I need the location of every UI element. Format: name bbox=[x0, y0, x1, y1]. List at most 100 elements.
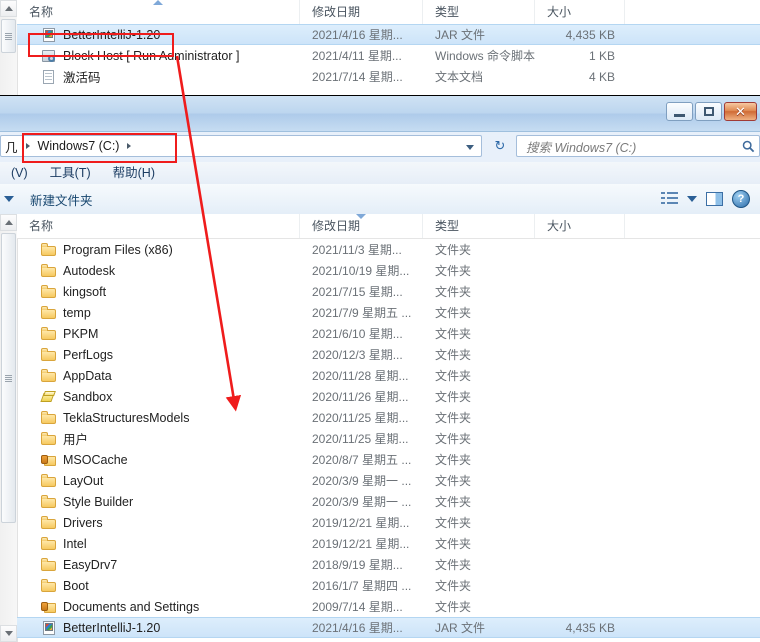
table-row[interactable]: Intel2019/12/21 星期...文件夹 bbox=[17, 533, 760, 554]
column-header-size[interactable]: 大小 bbox=[535, 214, 625, 238]
table-row[interactable]: Autodesk2021/10/19 星期...文件夹 bbox=[17, 260, 760, 281]
table-row[interactable]: EasyDrv72018/9/19 星期...文件夹 bbox=[17, 554, 760, 575]
top-file-list[interactable]: BetterIntelliJ-1.202021/4/16 星期...JAR 文件… bbox=[17, 24, 760, 87]
column-header-date-label: 修改日期 bbox=[312, 5, 360, 19]
file-type-cell: 文本文档 bbox=[423, 68, 535, 85]
folder-icon bbox=[41, 305, 57, 321]
file-date-cell: 2020/3/9 星期一 ... bbox=[300, 472, 423, 489]
menu-item-view[interactable]: (V) bbox=[0, 162, 39, 184]
breadcrumb-item-1[interactable]: Windows7 (C:) bbox=[34, 139, 124, 153]
column-header-type[interactable]: 类型 bbox=[423, 0, 535, 24]
search-input[interactable]: 搜索 Windows7 (C:) bbox=[516, 135, 760, 157]
folder-icon bbox=[41, 494, 57, 510]
file-date-cell: 2021/4/11 星期... bbox=[300, 47, 423, 64]
jar-file-icon bbox=[41, 27, 57, 43]
table-row[interactable]: Documents and Settings2009/7/14 星期...文件夹 bbox=[17, 596, 760, 617]
scroll-up-button[interactable] bbox=[0, 214, 17, 231]
column-header-name[interactable]: 名称 bbox=[17, 214, 300, 238]
table-row[interactable]: PKPM2021/6/10 星期...文件夹 bbox=[17, 323, 760, 344]
table-row[interactable]: PerfLogs 2020/12/3 星期...文件夹 bbox=[17, 344, 760, 365]
new-folder-button[interactable]: 新建文件夹 bbox=[20, 190, 103, 209]
file-type-cell: 文件夹 bbox=[423, 472, 535, 489]
scroll-thumb[interactable] bbox=[1, 233, 16, 523]
jar-file-icon bbox=[41, 620, 57, 636]
file-name-cell: 用户 bbox=[17, 429, 300, 448]
table-row[interactable]: kingsoft2021/7/15 星期...文件夹 bbox=[17, 281, 760, 302]
file-date-cell: 2020/12/3 星期... bbox=[300, 346, 423, 363]
menu-item-tools[interactable]: 工具(T) bbox=[39, 162, 102, 184]
file-date-cell: 2021/7/14 星期... bbox=[300, 68, 423, 85]
breadcrumb[interactable]: 几 Windows7 (C:) bbox=[0, 135, 482, 157]
table-row[interactable]: Sandbox2020/11/26 星期...文件夹 bbox=[17, 386, 760, 407]
explorer-window: ✕ 几 Windows7 (C:) ↻ 搜索 Windows7 (C:) bbox=[0, 96, 760, 642]
file-name-label: PerfLogs bbox=[63, 348, 113, 362]
table-row[interactable]: TeklaStructuresModels2020/11/25 星期...文件夹 bbox=[17, 407, 760, 428]
file-name-cell: Style Builder bbox=[17, 494, 300, 510]
table-row[interactable]: Block Host [ Run Administrator ] 2021/4/1… bbox=[17, 45, 760, 66]
file-type-cell: 文件夹 bbox=[423, 367, 535, 384]
table-row[interactable]: BetterIntelliJ-1.202021/4/16 星期...JAR 文件… bbox=[17, 617, 760, 638]
scroll-thumb[interactable] bbox=[1, 19, 16, 53]
file-name-cell: Program Files (x86) bbox=[17, 242, 300, 258]
file-name-label: BetterIntelliJ-1.20 bbox=[63, 621, 160, 635]
file-name-label: 激活码 bbox=[63, 67, 101, 86]
table-row[interactable]: Drivers2019/12/21 星期...文件夹 bbox=[17, 512, 760, 533]
title-bar[interactable]: ✕ bbox=[0, 96, 760, 132]
column-header-size[interactable]: 大小 bbox=[535, 0, 625, 24]
file-name-cell: BetterIntelliJ-1.20 bbox=[17, 620, 300, 636]
screenshot-root: 名称 修改日期 类型 大小 BetterIntelliJ-1.202021/4/… bbox=[0, 0, 760, 642]
file-name-cell: Block Host [ Run Administrator ] bbox=[17, 48, 300, 64]
column-header-type-label: 类型 bbox=[435, 219, 459, 233]
refresh-button[interactable]: ↻ bbox=[487, 135, 513, 157]
view-list-icon[interactable] bbox=[661, 192, 678, 206]
table-row[interactable]: Style Builder2020/3/9 星期一 ...文件夹 bbox=[17, 491, 760, 512]
file-date-cell: 2016/1/7 星期四 ... bbox=[300, 577, 423, 594]
table-row[interactable]: BetterIntelliJ-1.202021/4/16 星期...JAR 文件… bbox=[17, 24, 760, 45]
help-icon[interactable]: ? bbox=[732, 190, 750, 208]
file-name-cell: Autodesk bbox=[17, 263, 300, 279]
table-row[interactable]: LayOut2020/3/9 星期一 ...文件夹 bbox=[17, 470, 760, 491]
file-list-column-header: 名称 修改日期 类型 大小 bbox=[17, 214, 760, 239]
column-header-date[interactable]: 修改日期 bbox=[300, 0, 423, 24]
table-row[interactable]: MSOCache2020/8/7 星期五 ...文件夹 bbox=[17, 449, 760, 470]
file-date-cell: 2021/4/16 星期... bbox=[300, 619, 423, 636]
breadcrumb-item-0[interactable]: 几 bbox=[1, 137, 22, 156]
chevron-down-icon[interactable] bbox=[687, 196, 697, 202]
file-name-label: Block Host [ Run Administrator ] bbox=[63, 49, 239, 63]
file-type-cell: 文件夹 bbox=[423, 346, 535, 363]
column-header-date[interactable]: 修改日期 bbox=[300, 214, 423, 238]
file-name-cell: Documents and Settings bbox=[17, 599, 300, 615]
top-pane-scrollbar[interactable] bbox=[0, 0, 18, 95]
folder-icon bbox=[41, 368, 57, 384]
file-name-label: Boot bbox=[63, 579, 89, 593]
close-button[interactable]: ✕ bbox=[724, 102, 757, 121]
scroll-down-button[interactable] bbox=[0, 625, 17, 642]
menu-item-help[interactable]: 帮助(H) bbox=[102, 162, 166, 184]
organize-chevron-icon[interactable] bbox=[4, 196, 14, 202]
folder-icon bbox=[41, 326, 57, 342]
file-type-cell: 文件夹 bbox=[423, 598, 535, 615]
table-row[interactable]: 用户2020/11/25 星期...文件夹 bbox=[17, 428, 760, 449]
table-row[interactable]: temp2021/7/9 星期五 ...文件夹 bbox=[17, 302, 760, 323]
file-date-cell: 2018/9/19 星期... bbox=[300, 556, 423, 573]
file-size-cell: 4,435 KB bbox=[535, 621, 625, 635]
column-header-name-label: 名称 bbox=[29, 219, 53, 233]
table-row[interactable]: 激活码2021/7/14 星期...文本文档4 KB bbox=[17, 66, 760, 87]
column-header-name[interactable]: 名称 bbox=[17, 0, 300, 24]
table-row[interactable]: AppData2020/11/28 星期...文件夹 bbox=[17, 365, 760, 386]
scroll-up-button[interactable] bbox=[0, 0, 17, 17]
file-name-label: Autodesk bbox=[63, 264, 115, 278]
file-list-scrollbar[interactable] bbox=[0, 214, 18, 642]
column-header-type[interactable]: 类型 bbox=[423, 214, 535, 238]
table-row[interactable]: Boot2016/1/7 星期四 ...文件夹 bbox=[17, 575, 760, 596]
file-type-cell: 文件夹 bbox=[423, 304, 535, 321]
preview-pane-icon[interactable] bbox=[706, 192, 723, 206]
address-row: 几 Windows7 (C:) ↻ 搜索 Windows7 (C:) bbox=[0, 131, 760, 162]
minimize-button[interactable] bbox=[666, 102, 693, 121]
file-type-cell: 文件夹 bbox=[423, 430, 535, 447]
maximize-button[interactable] bbox=[695, 102, 722, 121]
table-row[interactable]: Program Files (x86)2021/11/3 星期...文件夹 bbox=[17, 239, 760, 260]
file-list[interactable]: Program Files (x86)2021/11/3 星期...文件夹Aut… bbox=[17, 239, 760, 638]
address-dropdown-button[interactable] bbox=[460, 137, 480, 157]
file-name-cell: MSOCache bbox=[17, 452, 300, 468]
